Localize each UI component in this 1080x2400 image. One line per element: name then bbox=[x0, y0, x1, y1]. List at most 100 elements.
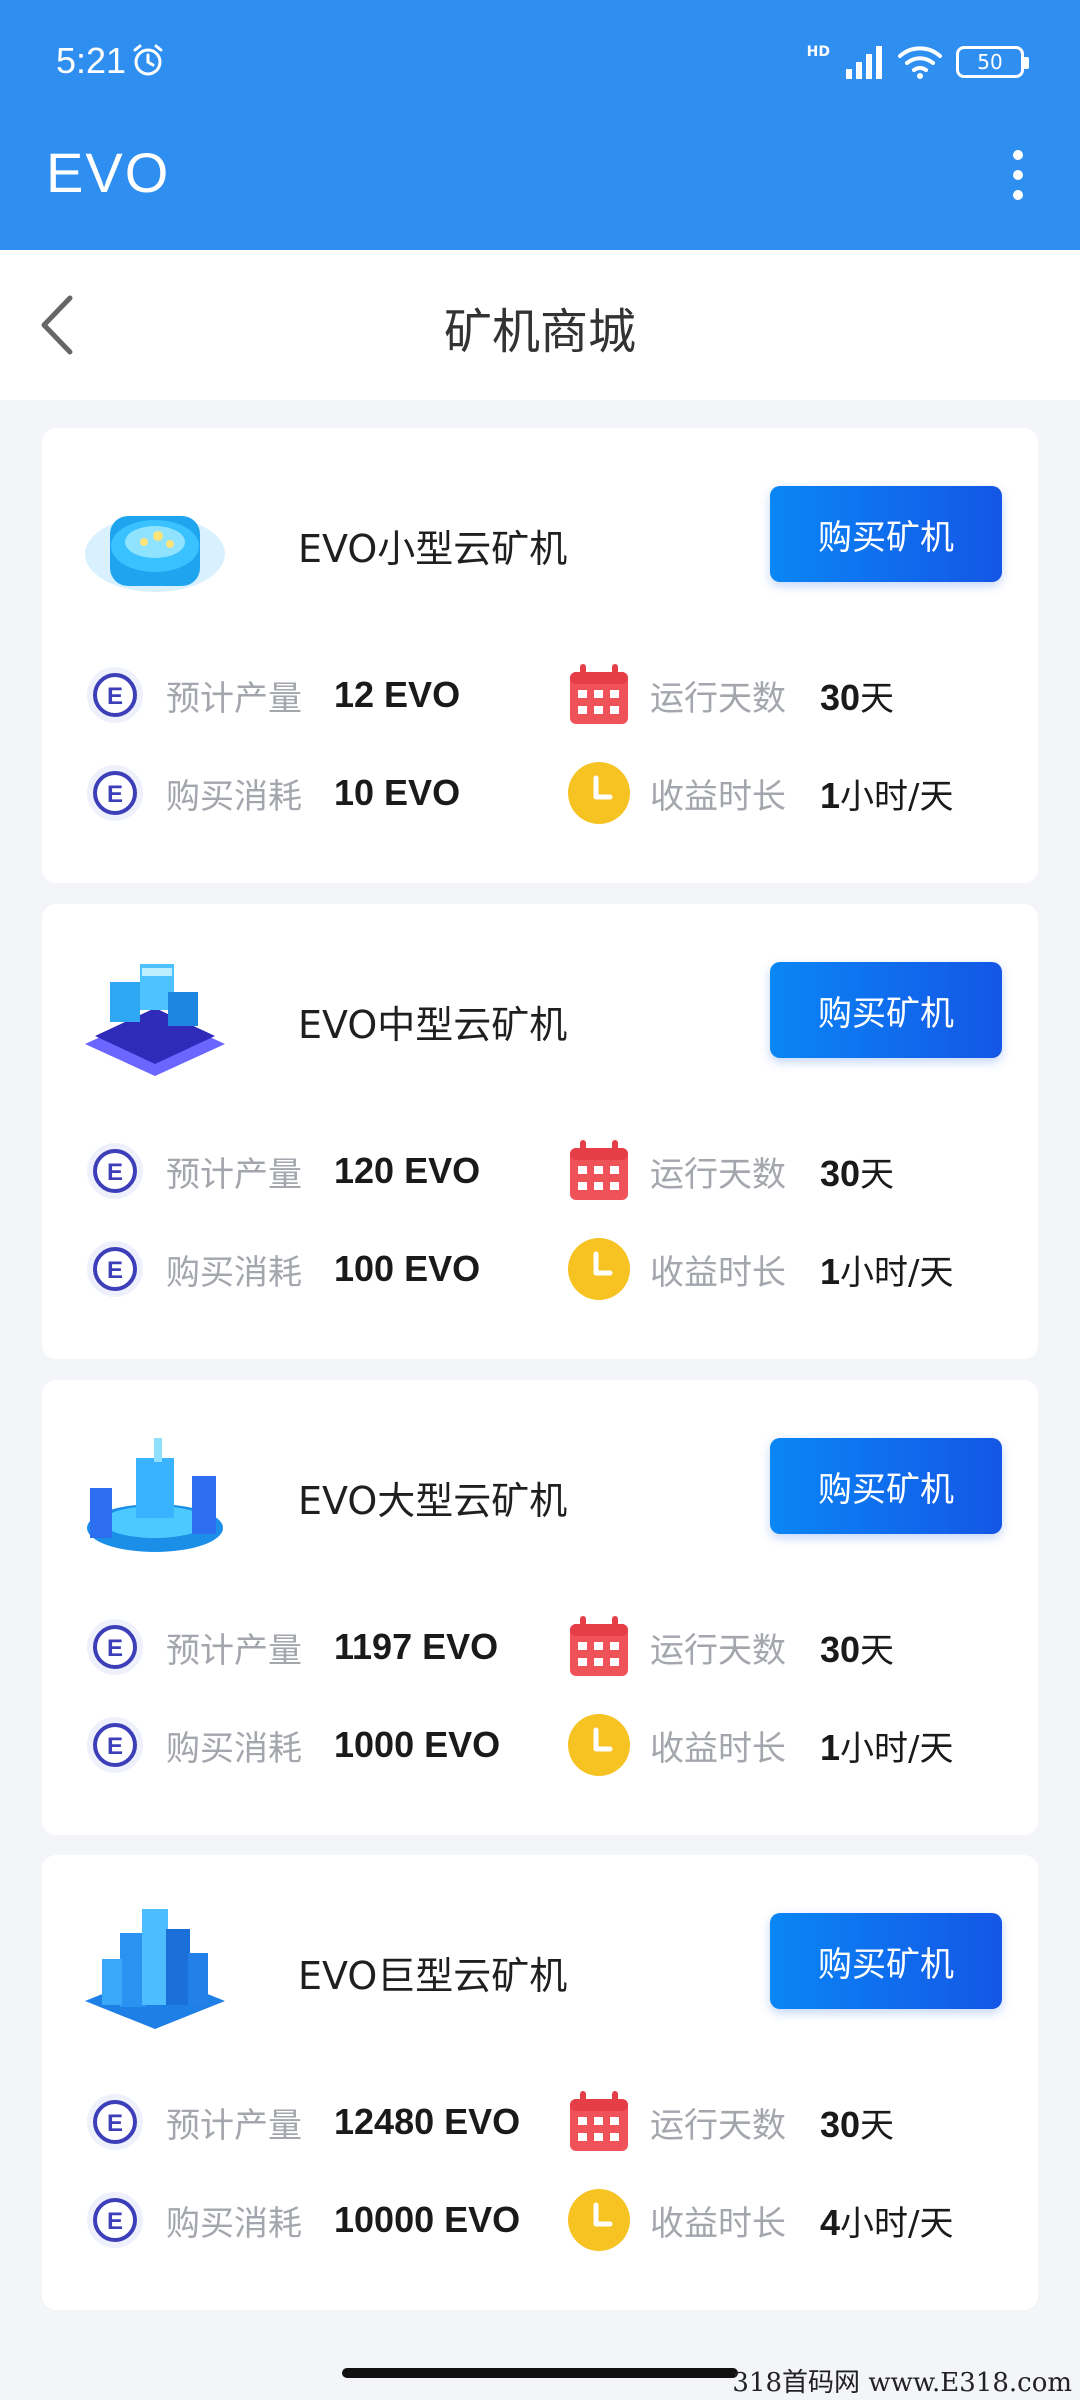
stat-value: 1197 EVO bbox=[334, 1626, 499, 1667]
stat-label: 运行天数 bbox=[650, 1630, 786, 1671]
status-bar: 5:21 HD 50 bbox=[0, 0, 1080, 120]
svg-text:E: E bbox=[107, 1733, 123, 1760]
stat-label: 预计产量 bbox=[166, 2105, 302, 2146]
svg-text:E: E bbox=[107, 1159, 123, 1186]
earning-duration-stat: 收益时长 1小时/天 bbox=[566, 758, 996, 828]
app-title: EVO bbox=[46, 141, 171, 204]
miner-name: EVO大型云矿机 bbox=[298, 1479, 568, 1523]
stat-label: 收益时长 bbox=[650, 776, 786, 817]
stat-label: 运行天数 bbox=[650, 678, 786, 719]
stat-label: 收益时长 bbox=[650, 1728, 786, 1769]
clock-icon bbox=[566, 2187, 632, 2253]
stat-value: 12 EVO bbox=[334, 674, 461, 715]
evo-coin-icon: E bbox=[82, 1712, 148, 1778]
run-days-stat: 运行天数 30天 bbox=[566, 660, 996, 730]
svg-text:E: E bbox=[107, 1635, 123, 1662]
expected-output-stat: E 预计产量 120 EVO bbox=[82, 1136, 512, 1206]
clock-icon bbox=[566, 1712, 632, 1778]
stat-value: 10000 EVO bbox=[334, 2199, 521, 2240]
clock-icon bbox=[566, 1236, 632, 1302]
app-bar: 5:21 HD 50 EVO bbox=[0, 0, 1080, 250]
miner-illustration-icon bbox=[80, 1903, 230, 2033]
stat-value: 1小时/天 bbox=[820, 1726, 954, 1769]
stat-label: 预计产量 bbox=[166, 1154, 302, 1195]
stat-label: 购买消耗 bbox=[166, 1728, 302, 1769]
buy-miner-button[interactable]: 购买矿机 bbox=[770, 1913, 1002, 2009]
stat-value: 120 EVO bbox=[334, 1150, 481, 1191]
home-indicator[interactable] bbox=[342, 2368, 738, 2378]
purchase-cost-stat: E 购买消耗 100 EVO bbox=[82, 1234, 512, 1304]
stat-value: 1小时/天 bbox=[820, 774, 954, 817]
svg-text:E: E bbox=[107, 2208, 123, 2235]
stat-label: 购买消耗 bbox=[166, 2203, 302, 2244]
status-icons: HD 50 bbox=[806, 42, 1029, 82]
stat-label: 收益时长 bbox=[650, 1252, 786, 1293]
buy-miner-button[interactable]: 购买矿机 bbox=[770, 486, 1002, 582]
buy-miner-button[interactable]: 购买矿机 bbox=[770, 1438, 1002, 1534]
miner-illustration-icon bbox=[80, 1428, 230, 1558]
stat-value: 12480 EVO bbox=[334, 2101, 521, 2142]
stat-value: 100 EVO bbox=[334, 1248, 481, 1289]
calendar-icon bbox=[566, 2089, 632, 2155]
expected-output-stat: E 预计产量 12 EVO bbox=[82, 660, 512, 730]
buy-miner-button[interactable]: 购买矿机 bbox=[770, 962, 1002, 1058]
miner-name: EVO小型云矿机 bbox=[298, 527, 568, 571]
earning-duration-stat: 收益时长 4小时/天 bbox=[566, 2185, 996, 2255]
expected-output-stat: E 预计产量 12480 EVO bbox=[82, 2087, 520, 2157]
stat-label: 收益时长 bbox=[650, 2203, 786, 2244]
alarm-clock-icon bbox=[133, 44, 163, 76]
run-days-stat: 运行天数 30天 bbox=[566, 1612, 996, 1682]
stat-label: 预计产量 bbox=[166, 1630, 302, 1671]
earning-duration-stat: 收益时长 1小时/天 bbox=[566, 1234, 996, 1304]
stat-label: 运行天数 bbox=[650, 2105, 786, 2146]
run-days-stat: 运行天数 30天 bbox=[566, 1136, 996, 1206]
stat-label: 预计产量 bbox=[166, 678, 302, 719]
watermark: 318首码网 www.E318.com bbox=[732, 2368, 1072, 2398]
more-options-icon[interactable] bbox=[1012, 150, 1024, 200]
stat-label: 购买消耗 bbox=[166, 776, 302, 817]
stat-label: 购买消耗 bbox=[166, 1252, 302, 1293]
miner-card: EVO小型云矿机 购买矿机 E 预计产量 12 EVO E 购买消耗 10 EVO 运行天数 30… bbox=[42, 428, 1038, 883]
stat-label: 运行天数 bbox=[650, 1154, 786, 1195]
hd-indicator: HD bbox=[806, 44, 830, 60]
miner-card: EVO中型云矿机 购买矿机 E 预计产量 120 EVO E 购买消耗 100 EVO 运行天数… bbox=[42, 904, 1038, 1359]
calendar-icon bbox=[566, 662, 632, 728]
evo-coin-icon: E bbox=[82, 760, 148, 826]
stat-value: 1小时/天 bbox=[820, 1250, 954, 1293]
purchase-cost-stat: E 购买消耗 10000 EVO bbox=[82, 2185, 520, 2255]
cellular-signal-icon bbox=[846, 46, 882, 79]
miner-card: EVO大型云矿机 购买矿机 E 预计产量 1197 EVO E 购买消耗 1000 EVO 运行… bbox=[42, 1380, 1038, 1835]
miner-name: EVO巨型云矿机 bbox=[298, 1954, 568, 1998]
miner-card: EVO巨型云矿机 购买矿机 E 预计产量 12480 EVO E 购买消耗 10000 EVO… bbox=[42, 1855, 1038, 2310]
purchase-cost-stat: E 购买消耗 1000 EVO bbox=[82, 1710, 512, 1780]
evo-coin-icon: E bbox=[82, 662, 148, 728]
evo-coin-icon: E bbox=[82, 2089, 148, 2155]
svg-text:E: E bbox=[107, 1257, 123, 1284]
miner-illustration-icon bbox=[80, 952, 230, 1082]
evo-coin-icon: E bbox=[82, 1614, 148, 1680]
purchase-cost-stat: E 购买消耗 10 EVO bbox=[82, 758, 512, 828]
calendar-icon bbox=[566, 1614, 632, 1680]
svg-text:E: E bbox=[107, 781, 123, 808]
svg-text:E: E bbox=[107, 2110, 123, 2137]
stat-value: 1000 EVO bbox=[334, 1724, 501, 1765]
clock-icon bbox=[566, 760, 632, 826]
evo-coin-icon: E bbox=[82, 1138, 148, 1204]
evo-coin-icon: E bbox=[82, 2187, 148, 2253]
stat-value: 4小时/天 bbox=[820, 2201, 954, 2244]
page-title: 矿机商城 bbox=[443, 304, 636, 360]
stat-value: 30天 bbox=[820, 1628, 895, 1671]
expected-output-stat: E 预计产量 1197 EVO bbox=[82, 1612, 512, 1682]
wifi-icon bbox=[898, 46, 942, 79]
stat-value: 30天 bbox=[820, 1152, 895, 1195]
evo-coin-icon: E bbox=[82, 1236, 148, 1302]
status-time: 5:21 bbox=[56, 40, 127, 81]
miner-illustration-icon bbox=[80, 476, 230, 606]
stat-value: 10 EVO bbox=[334, 772, 461, 813]
battery-indicator: 50 bbox=[956, 46, 1029, 78]
earning-duration-stat: 收益时长 1小时/天 bbox=[566, 1710, 996, 1780]
run-days-stat: 运行天数 30天 bbox=[566, 2087, 996, 2157]
miner-name: EVO中型云矿机 bbox=[298, 1003, 568, 1047]
calendar-icon bbox=[566, 1138, 632, 1204]
stat-value: 30天 bbox=[820, 2103, 895, 2146]
